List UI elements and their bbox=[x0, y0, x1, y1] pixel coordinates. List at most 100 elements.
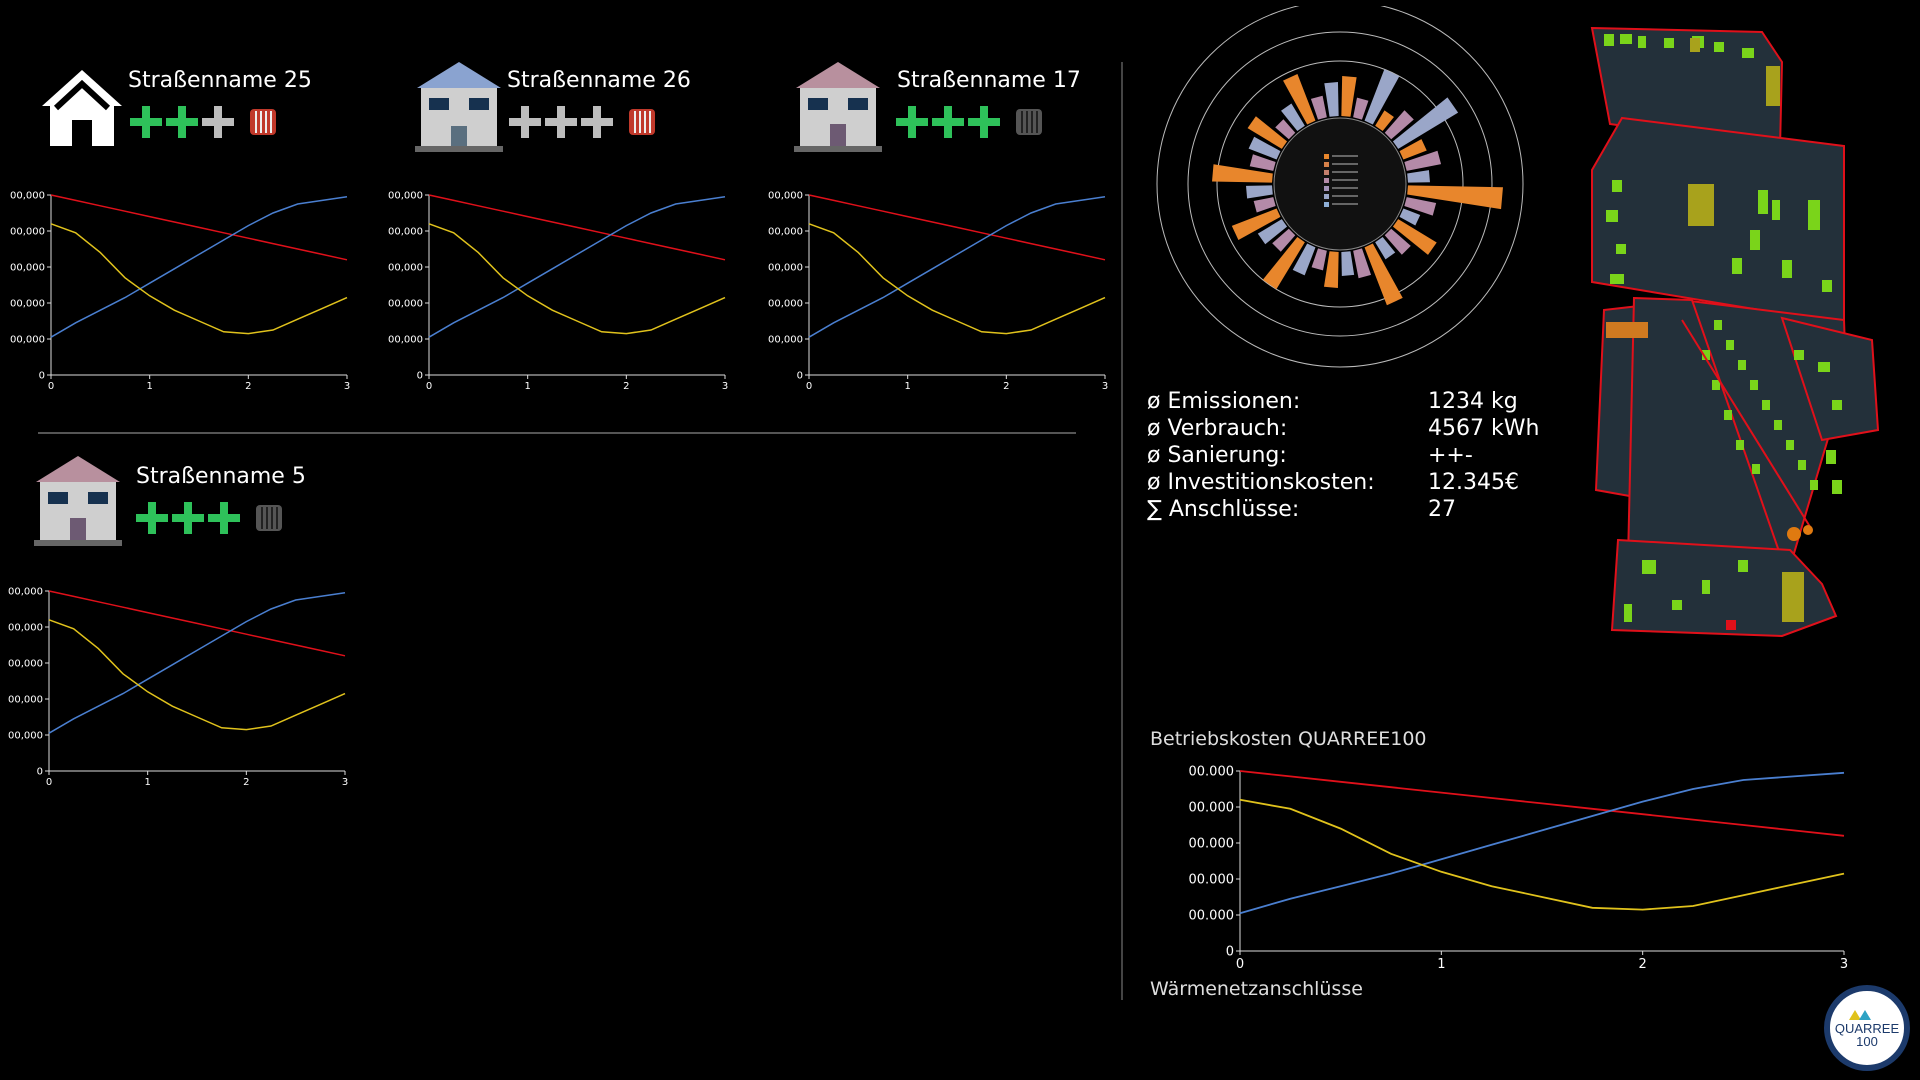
y-tick-label: 00.000 bbox=[1189, 909, 1235, 924]
plus-icon bbox=[543, 104, 579, 140]
y-tick-label: 00,000 bbox=[8, 587, 43, 598]
panel-divider bbox=[1121, 62, 1123, 1000]
stat-row-investment: ø Investitionskosten: 12.345€ bbox=[1147, 469, 1539, 496]
stat-row-emissions: ø Emissionen: 1234 kg bbox=[1147, 388, 1539, 415]
series-line-2 bbox=[48, 619, 346, 731]
stat-value: 4567 kWh bbox=[1428, 416, 1540, 441]
y-tick-label: 0 bbox=[39, 371, 45, 382]
house-white-icon bbox=[42, 70, 122, 146]
radial-legend-line bbox=[1332, 171, 1358, 173]
plus-icon bbox=[134, 500, 170, 536]
stat-label: ø Verbrauch: bbox=[1147, 416, 1288, 441]
y-tick-label: 00,000 bbox=[10, 191, 45, 202]
x-tick-label: 1 bbox=[904, 381, 910, 390]
radial-legend-swatch bbox=[1324, 162, 1329, 167]
y-tick-label: 00,000 bbox=[388, 191, 423, 202]
radial-bar bbox=[1311, 248, 1327, 271]
series-line-2 bbox=[50, 223, 348, 335]
radiator-red-icon bbox=[250, 109, 276, 135]
radial-inner-ring bbox=[1273, 117, 1407, 251]
renovation-rating bbox=[128, 104, 278, 140]
radial-legend-swatch bbox=[1324, 194, 1329, 199]
radiator-gray-icon bbox=[1016, 109, 1042, 135]
house-title: Straßenname 26 bbox=[507, 68, 691, 93]
radial-bar bbox=[1323, 251, 1339, 288]
house-4-cost-chart: 0 00,000 00,000 00,000 00,000 00,000 0 1 2 3 bbox=[8, 587, 348, 787]
y-tick-label: 00,000 bbox=[10, 263, 45, 274]
x-tick-label: 0 bbox=[48, 381, 54, 390]
series-line-1 bbox=[808, 196, 1106, 338]
plus-icon bbox=[507, 104, 543, 140]
stat-label: ø Sanierung: bbox=[1147, 443, 1287, 468]
series-line-1 bbox=[48, 592, 346, 734]
x-tick-label: 0 bbox=[426, 381, 432, 390]
y-tick-label: 00,000 bbox=[10, 299, 45, 310]
y-tick-label: 00,000 bbox=[768, 299, 803, 310]
series-line-2 bbox=[428, 223, 726, 335]
radial-legend-swatch bbox=[1324, 186, 1329, 191]
quarree100-logo[interactable]: QUARREE 100 bbox=[1824, 985, 1910, 1071]
plus-icon bbox=[200, 104, 236, 140]
radial-legend-swatch bbox=[1324, 178, 1329, 183]
series-line-0 bbox=[50, 194, 348, 261]
district-map[interactable] bbox=[1582, 20, 1884, 646]
plus-icon bbox=[206, 500, 242, 536]
radiator-gray-icon bbox=[256, 505, 282, 531]
radial-legend-swatch bbox=[1324, 154, 1329, 159]
x-tick-label: 2 bbox=[1003, 381, 1009, 390]
radial-bar bbox=[1253, 197, 1276, 213]
main-chart-title: Betriebskosten QUARREE100 bbox=[1150, 728, 1427, 750]
plus-icon bbox=[164, 104, 200, 140]
y-tick-label: 00,000 bbox=[388, 335, 423, 346]
house-title: Straßenname 25 bbox=[128, 68, 312, 93]
x-tick-label: 2 bbox=[623, 381, 629, 390]
section-divider bbox=[38, 432, 1076, 434]
renovation-rating bbox=[507, 104, 657, 140]
house-1-cost-chart: 0 00,000 00,000 00,000 00,000 00,000 0 1 2 3 bbox=[10, 191, 350, 391]
house-pink-roof-icon bbox=[34, 456, 122, 546]
x-tick-label: 1 bbox=[144, 777, 150, 786]
y-tick-label: 00,000 bbox=[8, 623, 43, 634]
plus-icon bbox=[170, 500, 206, 536]
y-tick-label: 00.000 bbox=[1189, 837, 1235, 852]
stat-value: ++- bbox=[1428, 443, 1473, 468]
radial-legend-line bbox=[1332, 187, 1358, 189]
house-title: Straßenname 17 bbox=[897, 68, 1081, 93]
y-tick-label: 00,000 bbox=[10, 227, 45, 238]
series-line-0 bbox=[428, 194, 726, 261]
radial-legend-line bbox=[1332, 195, 1358, 197]
y-tick-label: 0 bbox=[37, 767, 43, 778]
y-tick-label: 00,000 bbox=[768, 227, 803, 238]
radial-bar bbox=[1341, 76, 1357, 117]
y-tick-label: 00.000 bbox=[1189, 801, 1235, 816]
stat-label: ø Emissionen: bbox=[1147, 389, 1301, 414]
stat-label: ∑ Anschlüsse: bbox=[1147, 497, 1300, 522]
triangle-logo-icon bbox=[1849, 1010, 1871, 1020]
plus-icon bbox=[128, 104, 164, 140]
x-tick-label: 0 bbox=[806, 381, 812, 390]
stat-row-consumption: ø Verbrauch: 4567 kWh bbox=[1147, 415, 1539, 442]
series-line-1 bbox=[50, 196, 348, 338]
house-pink-roof-icon bbox=[794, 62, 882, 152]
series-line-0 bbox=[808, 194, 1106, 261]
stat-value: 12.345€ bbox=[1428, 470, 1519, 495]
radial-consumption-chart bbox=[1156, 6, 1524, 368]
series-line-0 bbox=[1239, 770, 1845, 837]
y-tick-label: 0 bbox=[417, 371, 423, 382]
y-tick-label: 00,000 bbox=[388, 263, 423, 274]
main-chart-xlabel: Wärmenetzanschlüsse bbox=[1150, 978, 1363, 1000]
x-tick-label: 2 bbox=[243, 777, 249, 786]
radial-bar bbox=[1407, 170, 1430, 183]
house-blue-roof-icon bbox=[415, 62, 503, 152]
x-tick-label: 1 bbox=[146, 381, 152, 390]
series-line-1 bbox=[428, 196, 726, 338]
y-tick-label: 00.000 bbox=[1189, 873, 1235, 888]
plus-icon bbox=[930, 104, 966, 140]
x-tick-label: 3 bbox=[1840, 957, 1848, 972]
series-line-2 bbox=[808, 223, 1106, 335]
plus-icon bbox=[966, 104, 1002, 140]
y-tick-label: 0 bbox=[797, 371, 803, 382]
x-tick-label: 1 bbox=[1437, 957, 1445, 972]
y-tick-label: 00,000 bbox=[768, 263, 803, 274]
series-line-0 bbox=[48, 590, 346, 657]
